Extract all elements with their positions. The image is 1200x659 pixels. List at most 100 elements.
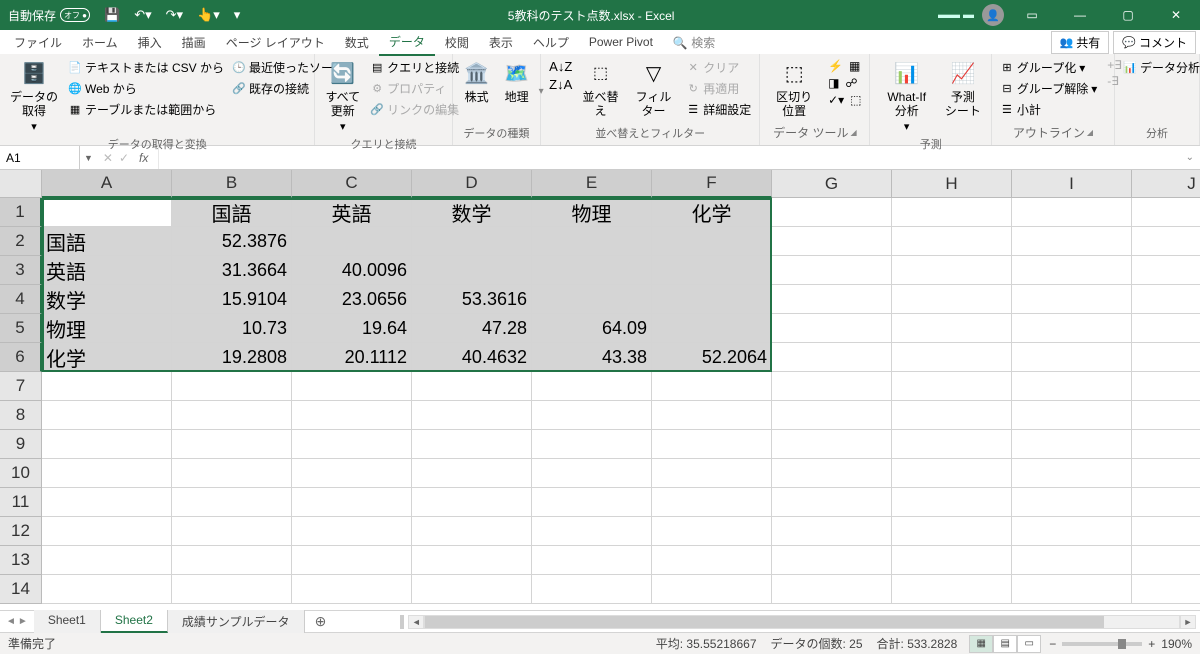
cell-I2[interactable]: [1012, 227, 1132, 256]
cell-H3[interactable]: [892, 256, 1012, 285]
cell-B10[interactable]: [172, 459, 292, 488]
search-box[interactable]: 🔍 検索: [663, 30, 725, 55]
qat-customize-icon[interactable]: ▾: [230, 5, 245, 25]
touch-icon[interactable]: 👆▾: [193, 5, 224, 25]
cell-I6[interactable]: [1012, 343, 1132, 372]
cell-H4[interactable]: [892, 285, 1012, 314]
sort-asc-button[interactable]: A↓Z: [547, 58, 574, 75]
cell-D3[interactable]: [412, 256, 532, 285]
flash-fill-button[interactable]: ⚡: [826, 58, 845, 74]
tab-data[interactable]: データ: [379, 29, 435, 56]
cell-G9[interactable]: [772, 430, 892, 459]
redo-icon[interactable]: ↷▾: [162, 5, 187, 25]
zoom-out-button[interactable]: −: [1049, 637, 1056, 651]
cell-B13[interactable]: [172, 546, 292, 575]
minimize-icon[interactable]: —: [1060, 1, 1100, 29]
cell-C10[interactable]: [292, 459, 412, 488]
zoom-level[interactable]: 190%: [1161, 637, 1192, 651]
cell-C1[interactable]: 英語: [292, 198, 412, 227]
undo-icon[interactable]: ↶▾: [130, 5, 155, 25]
tab-help[interactable]: ヘルプ: [523, 30, 579, 55]
cell-B1[interactable]: 国語: [172, 198, 292, 227]
cell-J6[interactable]: [1132, 343, 1200, 372]
hscrollbar[interactable]: [424, 615, 1180, 629]
zoom-slider[interactable]: [1062, 642, 1142, 646]
cell-G7[interactable]: [772, 372, 892, 401]
tab-insert[interactable]: 挿入: [128, 30, 172, 55]
view-normal-button[interactable]: ▦: [969, 635, 993, 653]
cell-D9[interactable]: [412, 430, 532, 459]
row-header-9[interactable]: 9: [0, 430, 42, 459]
refresh-all-button[interactable]: 🔄すべて 更新▾: [321, 58, 364, 136]
cell-E13[interactable]: [532, 546, 652, 575]
edit-links-button[interactable]: 🔗リンクの編集: [368, 100, 461, 119]
cell-J12[interactable]: [1132, 517, 1200, 546]
cell-C11[interactable]: [292, 488, 412, 517]
forecast-button[interactable]: 📈予測 シート: [941, 58, 985, 121]
cell-A14[interactable]: [42, 575, 172, 604]
cell-J11[interactable]: [1132, 488, 1200, 517]
cell-H7[interactable]: [892, 372, 1012, 401]
text-columns-button[interactable]: ⬚区切り位置: [766, 58, 822, 121]
data-validation-button[interactable]: ✓▾: [826, 92, 846, 108]
from-web-button[interactable]: 🌐Web から: [66, 79, 226, 98]
cell-G13[interactable]: [772, 546, 892, 575]
prev-sheet-icon[interactable]: ◄: [6, 616, 16, 627]
cell-C14[interactable]: [292, 575, 412, 604]
cell-J1[interactable]: [1132, 198, 1200, 227]
cell-J10[interactable]: [1132, 459, 1200, 488]
properties-button[interactable]: ⚙プロパティ: [368, 79, 461, 98]
group-button[interactable]: ⊞グループ化 ▾: [998, 58, 1099, 77]
data-analysis-button[interactable]: 📊データ分析: [1121, 58, 1200, 77]
row-header-13[interactable]: 13: [0, 546, 42, 575]
cell-A7[interactable]: [42, 372, 172, 401]
tab-file[interactable]: ファイル: [4, 30, 72, 55]
cell-I8[interactable]: [1012, 401, 1132, 430]
cell-C2[interactable]: [292, 227, 412, 256]
cell-H11[interactable]: [892, 488, 1012, 517]
cell-D2[interactable]: [412, 227, 532, 256]
col-header-E[interactable]: E: [532, 170, 652, 198]
cell-F13[interactable]: [652, 546, 772, 575]
cell-B4[interactable]: 15.9104: [172, 285, 292, 314]
col-header-I[interactable]: I: [1012, 170, 1132, 198]
zoom-in-button[interactable]: +: [1148, 637, 1155, 651]
cell-I14[interactable]: [1012, 575, 1132, 604]
manage-model-button[interactable]: ⬚: [848, 92, 863, 108]
autosave-toggle[interactable]: 自動保存 オフ ●: [4, 7, 94, 24]
cell-D14[interactable]: [412, 575, 532, 604]
cell-H8[interactable]: [892, 401, 1012, 430]
col-header-G[interactable]: G: [772, 170, 892, 198]
col-header-B[interactable]: B: [172, 170, 292, 198]
cell-J3[interactable]: [1132, 256, 1200, 285]
cell-H1[interactable]: [892, 198, 1012, 227]
sheet-tab-成績サンプルデータ[interactable]: 成績サンプルデータ: [168, 610, 305, 633]
sort-desc-button[interactable]: Z↓A: [547, 76, 574, 93]
cell-C8[interactable]: [292, 401, 412, 430]
cell-E1[interactable]: 物理: [532, 198, 652, 227]
cell-F6[interactable]: 52.2064: [652, 343, 772, 372]
comment-button[interactable]: 💬 コメント: [1113, 31, 1196, 54]
ungroup-button[interactable]: ⊟グループ解除 ▾: [998, 79, 1099, 98]
reapply-button[interactable]: ↻再適用: [684, 79, 753, 98]
cell-F7[interactable]: [652, 372, 772, 401]
relationships-button[interactable]: ☍: [843, 75, 859, 91]
cell-G1[interactable]: [772, 198, 892, 227]
scroll-right-icon[interactable]: ►: [1180, 615, 1196, 629]
cell-B2[interactable]: 52.3876: [172, 227, 292, 256]
cell-A9[interactable]: [42, 430, 172, 459]
consolidate-button[interactable]: ▦: [847, 58, 862, 74]
cell-G8[interactable]: [772, 401, 892, 430]
cell-A12[interactable]: [42, 517, 172, 546]
cell-J9[interactable]: [1132, 430, 1200, 459]
sheet-tab-Sheet2[interactable]: Sheet2: [101, 610, 168, 633]
cell-E6[interactable]: 43.38: [532, 343, 652, 372]
row-header-8[interactable]: 8: [0, 401, 42, 430]
cell-A10[interactable]: [42, 459, 172, 488]
cell-C6[interactable]: 20.1112: [292, 343, 412, 372]
cell-I5[interactable]: [1012, 314, 1132, 343]
cell-E9[interactable]: [532, 430, 652, 459]
splitter[interactable]: [400, 615, 404, 629]
queries-conn-button[interactable]: ▤クエリと接続: [368, 58, 461, 77]
remove-dup-button[interactable]: ◨: [826, 75, 841, 91]
